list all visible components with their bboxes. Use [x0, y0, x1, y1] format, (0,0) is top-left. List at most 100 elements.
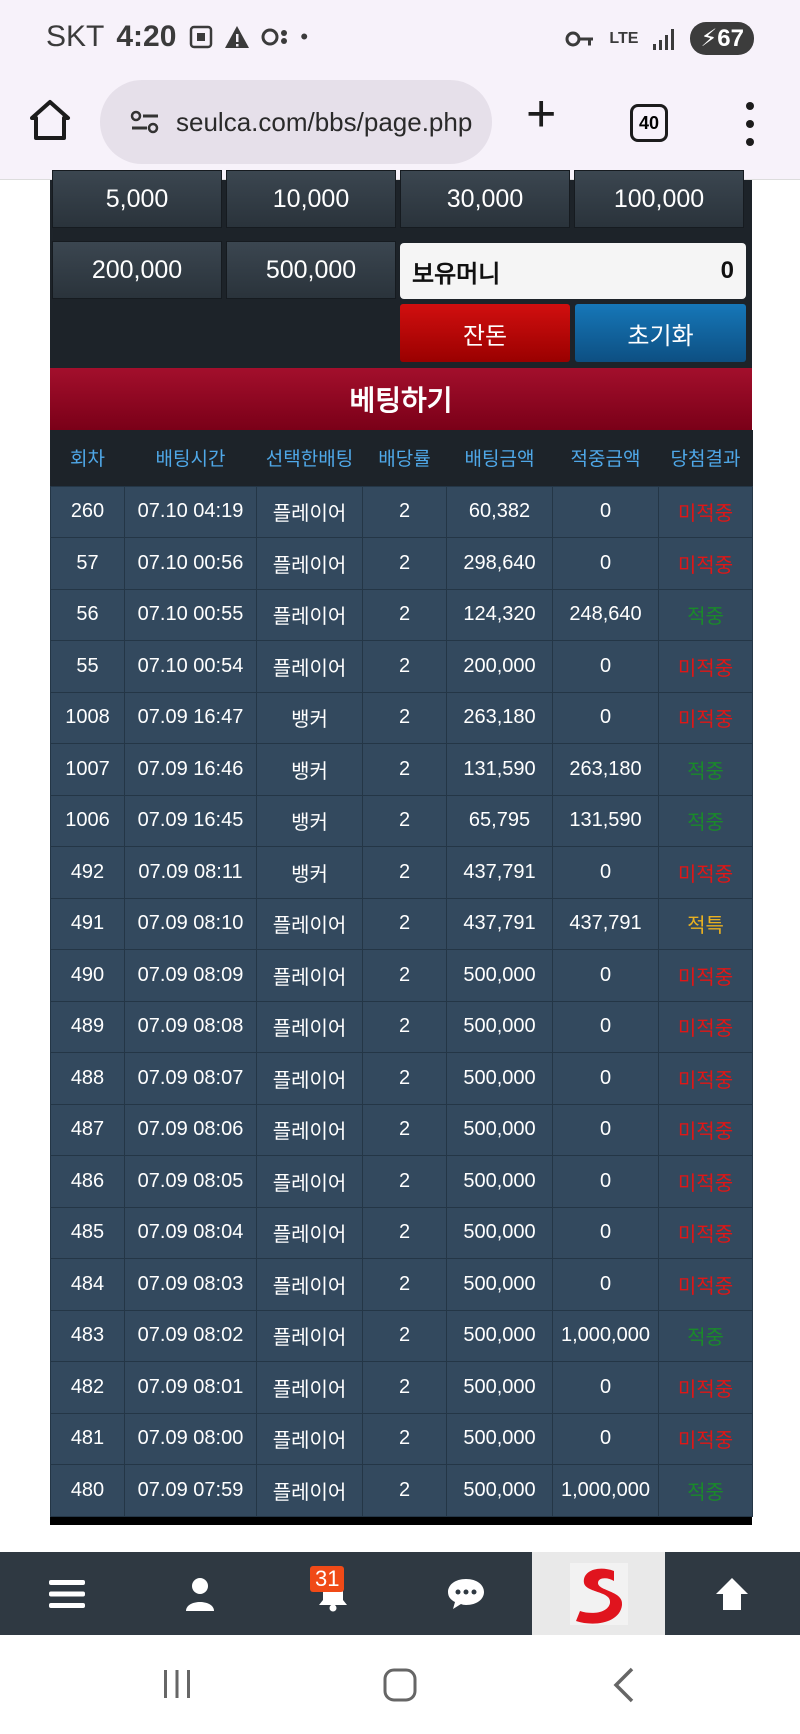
cell-selection: 뱅커: [256, 794, 363, 847]
more-menu-icon[interactable]: [740, 102, 760, 146]
table-row: 55 07.10 00:54 플레이어 2 200,000 0 미적중: [50, 640, 753, 693]
chat-icon[interactable]: [446, 1577, 486, 1611]
cell-win-amount: 0: [552, 1258, 659, 1311]
cell-selection: 플레이어: [256, 1361, 363, 1414]
cell-odds: 2: [362, 846, 447, 899]
menu-icon[interactable]: [48, 1579, 85, 1609]
notifications-button[interactable]: 31: [266, 1552, 399, 1635]
cell-bet-amount: 437,791: [446, 897, 553, 950]
recent-apps-icon[interactable]: [160, 1667, 194, 1701]
cell-result: 적특: [658, 897, 753, 950]
chat-button[interactable]: [399, 1552, 532, 1635]
column-header: 배팅시간: [155, 449, 226, 471]
table-row: 491 07.09 08:10 플레이어 2 437,791 437,791 적특: [50, 897, 753, 950]
chip-10000[interactable]: 10,000: [226, 170, 396, 228]
cell-round: 485: [50, 1206, 125, 1259]
clock: 4:20: [116, 20, 177, 53]
chip-30000[interactable]: 30,000: [400, 170, 570, 228]
cell-win-amount: 0: [552, 1361, 659, 1414]
chip-5000[interactable]: 5,000: [52, 170, 222, 228]
screenshot-icon: [190, 25, 213, 49]
cell-bet-time: 07.09 08:01: [124, 1361, 257, 1414]
table-row: 1006 07.09 16:45 뱅커 2 65,795 131,590 적중: [50, 794, 753, 847]
cell-win-amount: 248,640: [552, 588, 659, 641]
cell-win-amount: 0: [552, 485, 659, 538]
column-header: 적중금액: [570, 449, 641, 471]
cell-bet-amount: 500,000: [446, 1361, 553, 1414]
cell-result: 미적중: [658, 949, 753, 1002]
arrow-up-icon[interactable]: [714, 1576, 750, 1612]
cell-win-amount: 0: [552, 1103, 659, 1156]
cell-result: 미적중: [658, 1103, 753, 1156]
column-header: 배팅금액: [464, 449, 535, 471]
cell-selection: 플레이어: [256, 485, 363, 538]
home-nav-icon[interactable]: [382, 1667, 418, 1703]
network-label: LTE: [609, 29, 639, 47]
cell-bet-amount: 500,000: [446, 1000, 553, 1053]
cell-bet-time: 07.10 04:19: [124, 485, 257, 538]
bet-title[interactable]: 베팅하기: [50, 366, 752, 430]
cell-selection: 플레이어: [256, 1000, 363, 1053]
cell-selection: 플레이어: [256, 1309, 363, 1362]
table-row: 492 07.09 08:11 뱅커 2 437,791 0 미적중: [50, 846, 753, 899]
key-icon: [565, 31, 594, 46]
cell-win-amount: 0: [552, 1000, 659, 1053]
cell-bet-amount: 298,640: [446, 537, 553, 590]
cell-selection: 플레이어: [256, 1412, 363, 1465]
chip-500000[interactable]: 500,000: [226, 241, 396, 299]
cell-bet-time: 07.09 08:11: [124, 846, 257, 899]
change-button[interactable]: 잔돈: [400, 304, 570, 362]
chip-200000[interactable]: 200,000: [52, 241, 222, 299]
scroll-top-button[interactable]: [665, 1552, 798, 1635]
tab-switcher-button[interactable]: 40: [630, 104, 668, 142]
cell-selection: 플레이어: [256, 1052, 363, 1105]
cell-result: 적중: [658, 1309, 753, 1362]
menu-button[interactable]: [0, 1552, 133, 1635]
reset-button[interactable]: 초기화: [575, 304, 746, 362]
cell-bet-amount: 500,000: [446, 1258, 553, 1311]
home-icon[interactable]: [28, 98, 72, 142]
site-settings-icon[interactable]: [130, 110, 160, 134]
profile-button[interactable]: [133, 1552, 266, 1635]
chip-100000[interactable]: 100,000: [574, 170, 744, 228]
user-icon[interactable]: [184, 1577, 216, 1611]
cell-win-amount: 0: [552, 846, 659, 899]
table-row: 488 07.09 08:07 플레이어 2 500,000 0 미적중: [50, 1052, 753, 1105]
cell-selection: 뱅커: [256, 691, 363, 744]
address-bar[interactable]: seulca.com/bbs/page.php: [100, 80, 492, 164]
site-logo[interactable]: [568, 1561, 630, 1627]
cell-round: 480: [50, 1464, 125, 1517]
cell-selection: 플레이어: [256, 588, 363, 641]
battery-level: 67: [717, 25, 744, 52]
site-logo-button[interactable]: [532, 1552, 665, 1635]
cell-round: 482: [50, 1361, 125, 1414]
cell-result: 미적중: [658, 1361, 753, 1414]
cell-round: 486: [50, 1155, 125, 1208]
cell-result: 적중: [658, 743, 753, 796]
cell-bet-time: 07.10 00:55: [124, 588, 257, 641]
cell-win-amount: 437,791: [552, 897, 659, 950]
cell-bet-time: 07.09 08:04: [124, 1206, 257, 1259]
new-tab-icon[interactable]: +: [526, 88, 556, 140]
table-row: 260 07.10 04:19 플레이어 2 60,382 0 미적중: [50, 485, 753, 538]
cell-round: 492: [50, 846, 125, 899]
cell-bet-amount: 500,000: [446, 1309, 553, 1362]
table-row: 481 07.09 08:00 플레이어 2 500,000 0 미적중: [50, 1412, 753, 1465]
cell-selection: 플레이어: [256, 1103, 363, 1156]
table-row: 1007 07.09 16:46 뱅커 2 131,590 263,180 적중: [50, 743, 753, 796]
notification-badge: 31: [310, 1566, 345, 1592]
cell-odds: 2: [362, 1258, 447, 1311]
url-text[interactable]: seulca.com/bbs/page.php: [176, 107, 472, 138]
cell-round: 481: [50, 1412, 125, 1465]
cell-win-amount: 0: [552, 1412, 659, 1465]
cell-bet-amount: 500,000: [446, 1155, 553, 1208]
cell-bet-time: 07.09 08:10: [124, 897, 257, 950]
cell-bet-time: 07.10 00:56: [124, 537, 257, 590]
back-icon[interactable]: [612, 1667, 636, 1703]
table-row: 485 07.09 08:04 플레이어 2 500,000 0 미적중: [50, 1206, 753, 1259]
cell-odds: 2: [362, 1412, 447, 1465]
cell-odds: 2: [362, 794, 447, 847]
cell-odds: 2: [362, 537, 447, 590]
table-row: 482 07.09 08:01 플레이어 2 500,000 0 미적중: [50, 1361, 753, 1414]
table-row: 490 07.09 08:09 플레이어 2 500,000 0 미적중: [50, 949, 753, 1002]
